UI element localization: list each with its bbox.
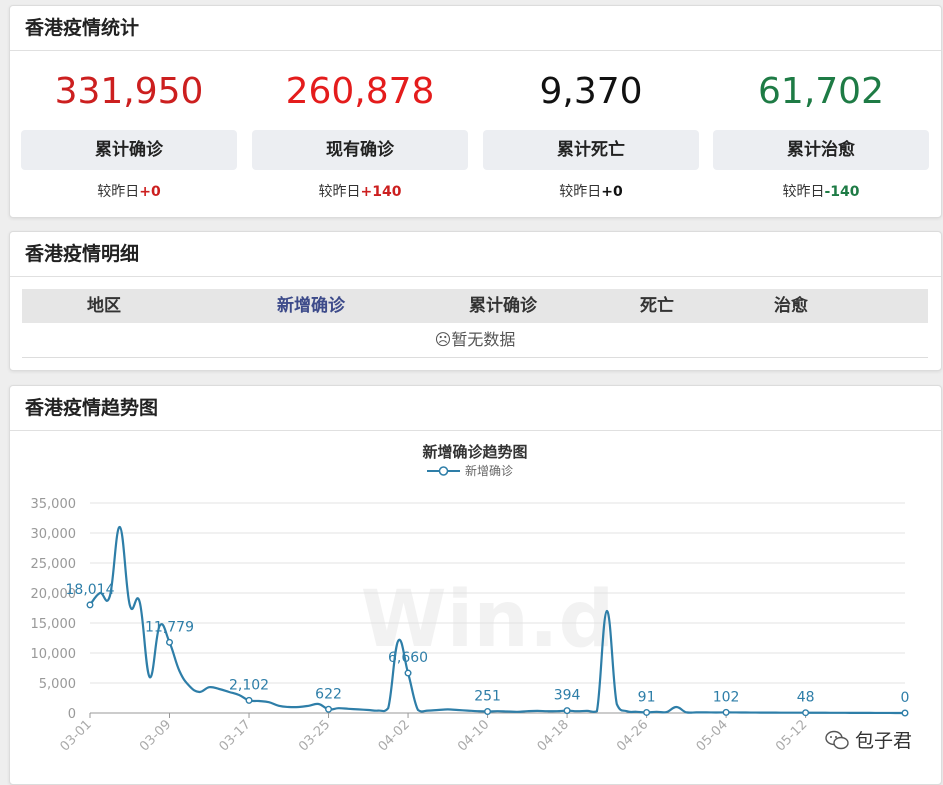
stat-delta: 较昨日+0 bbox=[559, 184, 623, 200]
y-tick-label: 10,000 bbox=[31, 647, 77, 662]
chart-title: 新增确诊趋势图 bbox=[422, 443, 527, 461]
trend-title: 香港疫情趋势图 bbox=[10, 386, 941, 431]
wechat-icon bbox=[825, 730, 849, 750]
data-point bbox=[484, 707, 492, 715]
stat-total-recovered: 61,702 累计治愈 较昨日-140 bbox=[713, 54, 929, 201]
x-tick-label: 05-12 bbox=[773, 717, 810, 754]
col-recovered[interactable]: 治愈 bbox=[774, 289, 808, 323]
stat-value: 260,878 bbox=[285, 71, 435, 112]
y-tick-label: 30,000 bbox=[31, 527, 77, 542]
col-total-confirmed[interactable]: 累计确诊 bbox=[469, 289, 537, 323]
stat-delta: 较昨日+140 bbox=[318, 184, 402, 200]
data-point bbox=[86, 601, 94, 609]
y-tick-label: 5,000 bbox=[39, 677, 76, 692]
data-label: 102 bbox=[713, 689, 740, 705]
data-point bbox=[563, 707, 571, 715]
watermark-logo: 包子君 bbox=[825, 726, 912, 753]
data-label: 251 bbox=[474, 688, 501, 704]
col-new-confirmed[interactable]: 新增确诊 bbox=[277, 289, 345, 323]
col-region[interactable]: 地区 bbox=[87, 289, 121, 323]
stat-current-confirmed: 260,878 现有确诊 较昨日+140 bbox=[252, 54, 468, 201]
stat-total-deaths: 9,370 累计死亡 较昨日+0 bbox=[483, 54, 699, 201]
stat-label: 累计治愈 bbox=[713, 130, 929, 170]
col-deaths[interactable]: 死亡 bbox=[640, 289, 674, 323]
data-label: 0 bbox=[901, 690, 910, 706]
x-tick-label: 04-10 bbox=[455, 717, 492, 754]
data-label: 2,102 bbox=[229, 677, 269, 693]
x-tick-label: 03-01 bbox=[58, 717, 95, 754]
x-tick-label: 04-18 bbox=[535, 717, 572, 754]
stat-label: 现有确诊 bbox=[252, 130, 468, 170]
table-header: 地区 新增确诊 累计确诊 死亡 治愈 bbox=[22, 289, 928, 323]
data-point bbox=[643, 708, 651, 716]
x-tick-label: 04-02 bbox=[376, 717, 413, 754]
data-point bbox=[802, 709, 810, 717]
data-point bbox=[325, 705, 333, 713]
data-point bbox=[245, 696, 253, 704]
trend-card: 香港疫情趋势图 Win.d 新增确诊趋势图 新增确诊 0 5,000 10,000 15,0… bbox=[9, 385, 942, 785]
x-tick-label: 04-26 bbox=[614, 717, 651, 754]
data-label: 91 bbox=[638, 689, 656, 705]
stat-delta: 较昨日+0 bbox=[97, 184, 161, 200]
trend-chart[interactable]: Win.d新增确诊趋势图新增确诊05,00010,00015,00020,000… bbox=[10, 431, 941, 781]
stat-value: 331,950 bbox=[54, 71, 204, 112]
detail-table: 地区 新增确诊 累计确诊 死亡 治愈 ☹暂无数据 bbox=[22, 289, 928, 358]
x-tick-label: 05-04 bbox=[694, 717, 731, 754]
data-point bbox=[722, 708, 730, 716]
y-tick-label: 15,000 bbox=[31, 617, 77, 632]
detail-title: 香港疫情明细 bbox=[10, 232, 941, 277]
data-point bbox=[166, 638, 174, 646]
stat-value: 61,702 bbox=[758, 71, 884, 112]
y-tick-label: 25,000 bbox=[31, 557, 77, 572]
delta-value: +0 bbox=[139, 184, 161, 200]
stat-value: 9,370 bbox=[539, 71, 643, 112]
data-label: 18,014 bbox=[66, 582, 115, 598]
data-point bbox=[404, 669, 412, 677]
y-tick-label: 35,000 bbox=[31, 497, 77, 512]
empty-message: ☹暂无数据 bbox=[22, 323, 928, 358]
stat-label: 累计确诊 bbox=[21, 130, 237, 170]
stat-label: 累计死亡 bbox=[483, 130, 699, 170]
data-label: 622 bbox=[315, 686, 342, 702]
detail-card: 香港疫情明细 地区 新增确诊 累计确诊 死亡 治愈 ☹暂无数据 bbox=[9, 231, 942, 371]
stat-delta: 较昨日-140 bbox=[782, 184, 860, 200]
x-tick-label: 03-09 bbox=[137, 717, 174, 754]
delta-value: +140 bbox=[360, 184, 402, 200]
data-point bbox=[901, 709, 909, 717]
data-label: 6,660 bbox=[388, 650, 428, 666]
legend-marker bbox=[438, 466, 449, 476]
x-tick-label: 03-25 bbox=[296, 717, 333, 754]
delta-value: -140 bbox=[824, 184, 860, 200]
legend-label: 新增确诊 bbox=[465, 463, 513, 478]
data-label: 11,779 bbox=[145, 619, 194, 635]
data-label: 394 bbox=[554, 688, 581, 704]
summary-card: 香港疫情统计 331,950 累计确诊 较昨日+0 260,878 现有确诊 较… bbox=[9, 5, 942, 218]
data-label: 48 bbox=[797, 690, 815, 706]
stat-total-confirmed: 331,950 累计确诊 较昨日+0 bbox=[21, 54, 237, 201]
stats-row: 331,950 累计确诊 较昨日+0 260,878 现有确诊 较昨日+140 … bbox=[10, 54, 941, 214]
logo-text: 包子君 bbox=[855, 730, 913, 752]
delta-value: +0 bbox=[601, 184, 623, 200]
summary-title: 香港疫情统计 bbox=[10, 6, 941, 51]
y-tick-label: 0 bbox=[68, 707, 76, 722]
x-tick-label: 03-17 bbox=[217, 717, 254, 754]
